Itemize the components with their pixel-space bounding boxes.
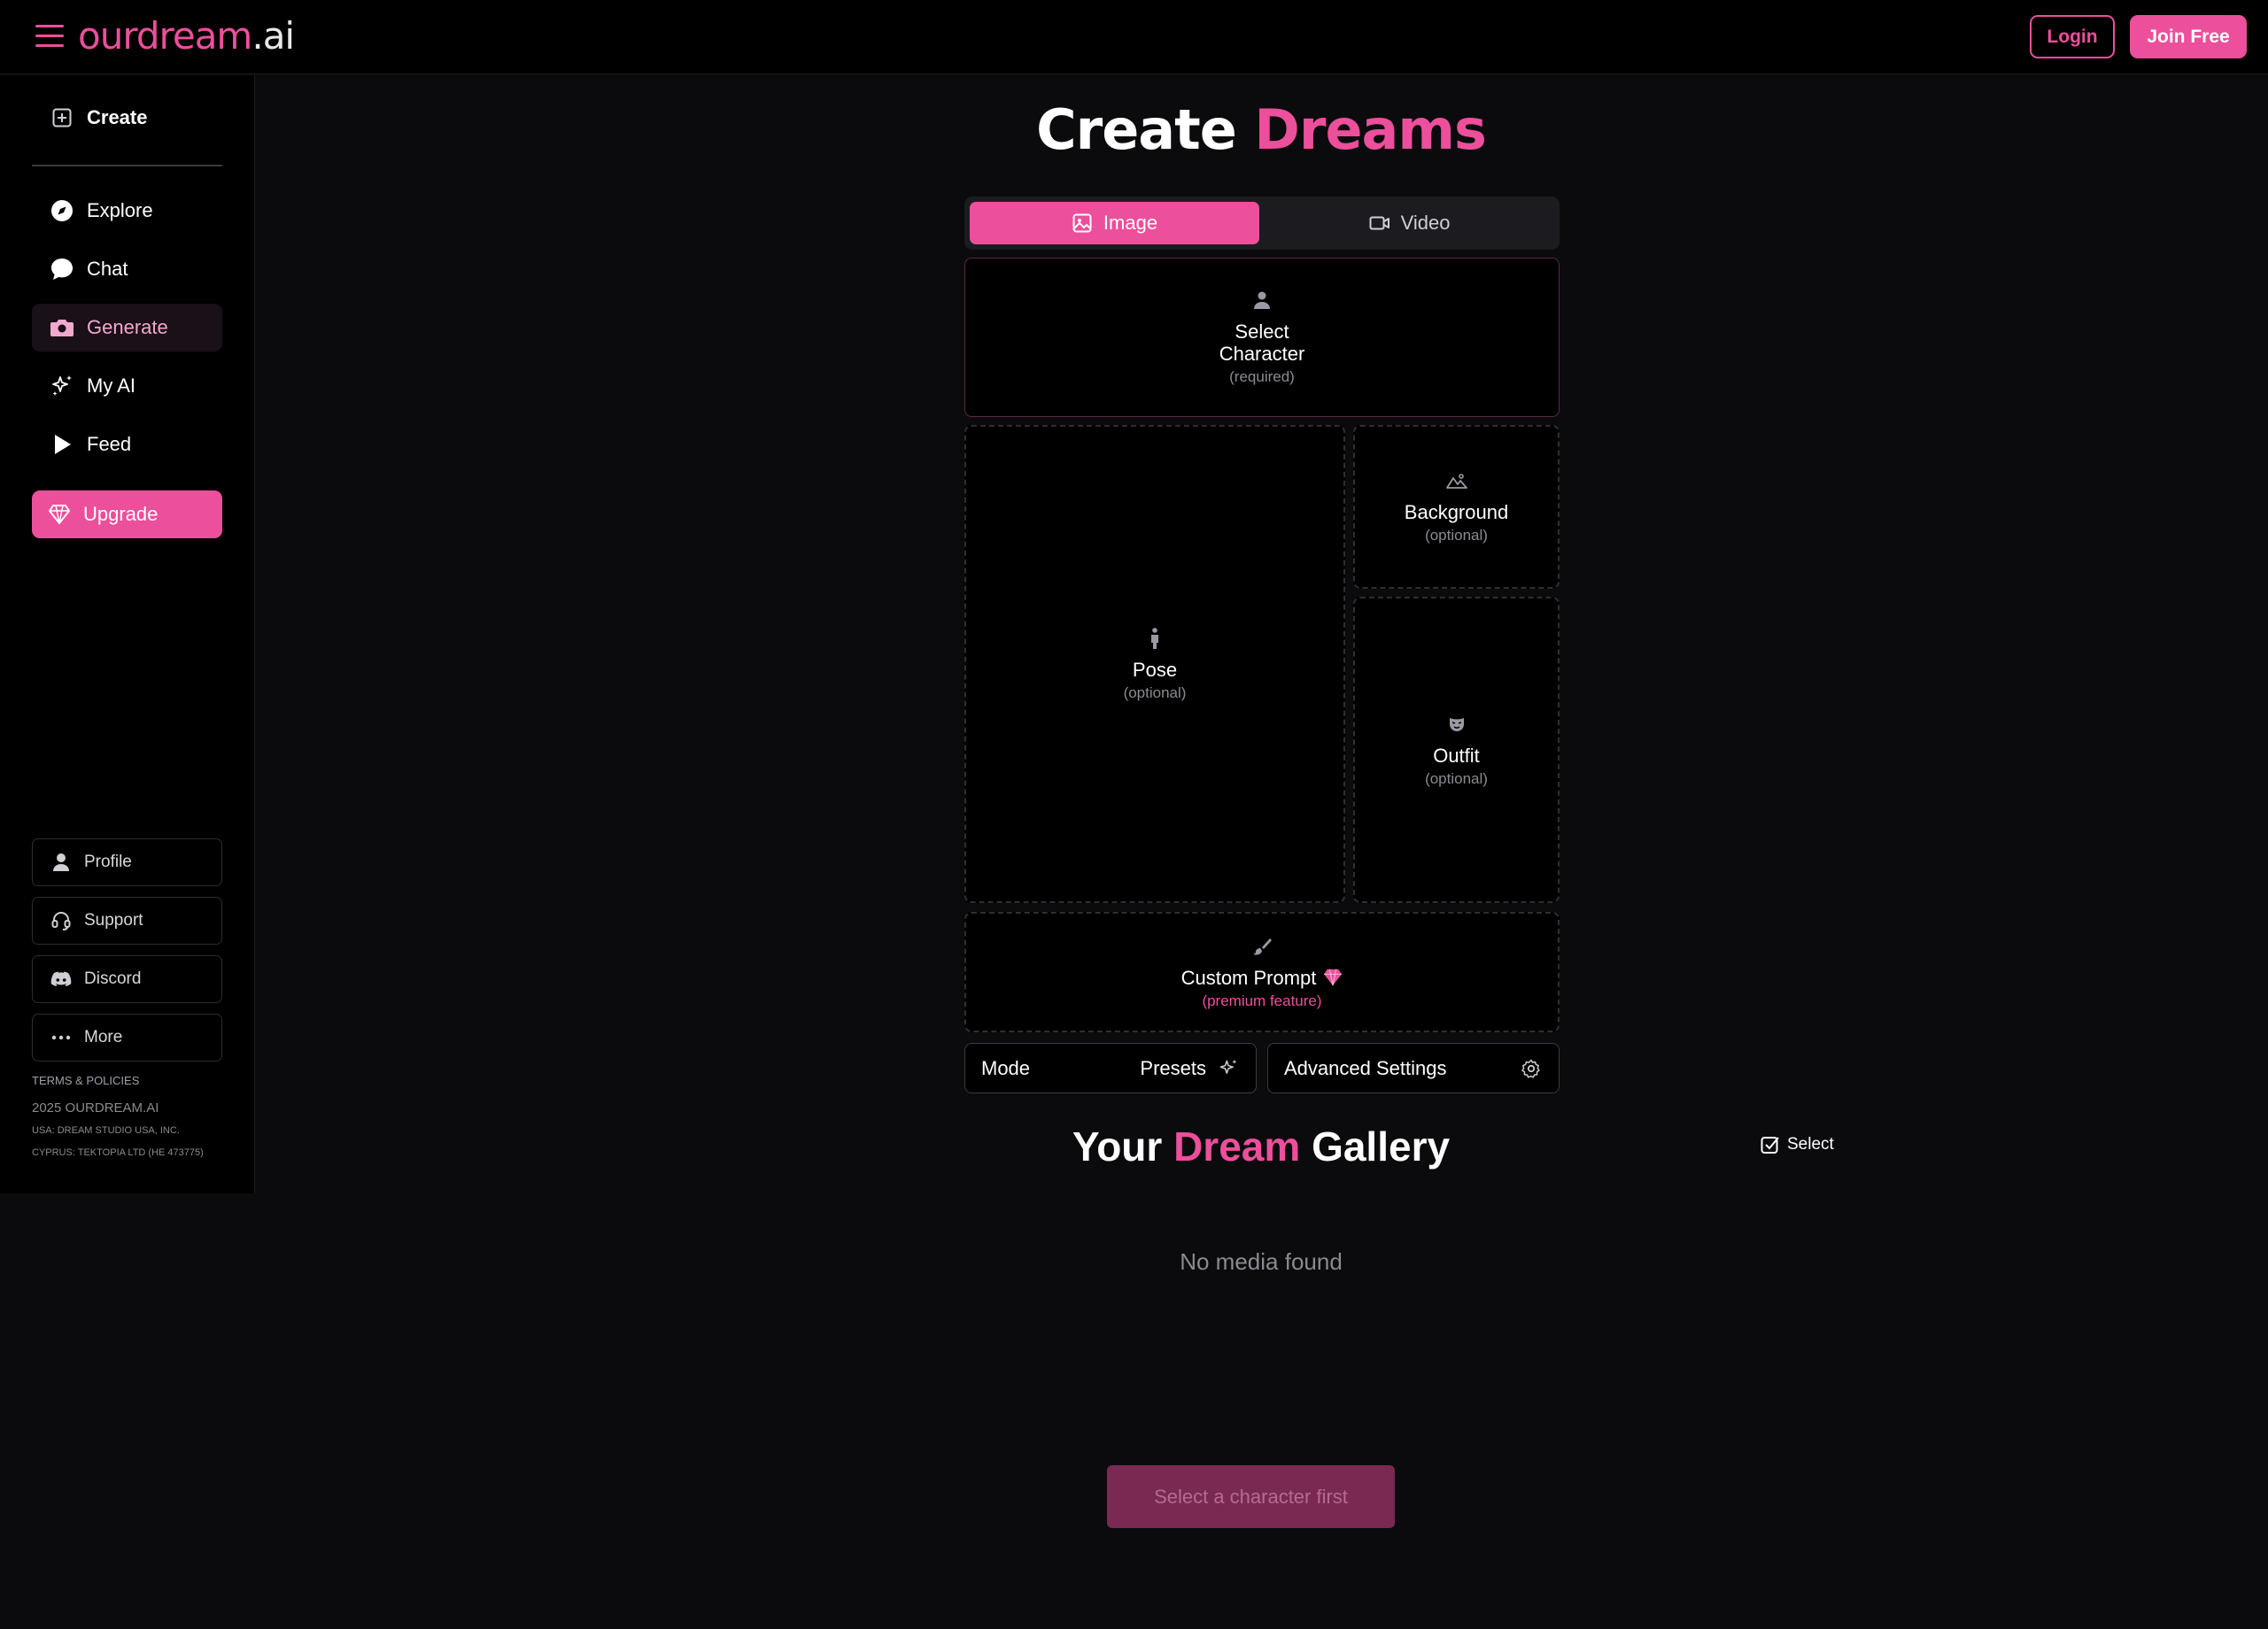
logo-tld: .ai [252, 14, 295, 58]
login-button[interactable]: Login [2030, 15, 2115, 58]
page-title-part2: Dreams [1254, 97, 1486, 162]
advanced-settings-label: Advanced Settings [1284, 1056, 1447, 1079]
top-bar: ourdream.ai Login Join Free [0, 0, 2268, 74]
more-button[interactable]: More [32, 1014, 222, 1062]
gallery-title-part3: Gallery [1312, 1123, 1451, 1170]
upgrade-button[interactable]: Upgrade [32, 490, 222, 538]
logo-brand: ourdream [78, 14, 252, 58]
gallery-title-part2: Dream [1173, 1123, 1301, 1170]
logo[interactable]: ourdream.ai [78, 12, 295, 60]
presets-label: Presets [1140, 1056, 1206, 1079]
terms-link[interactable]: TERMS & POLICIES [32, 1074, 139, 1087]
camera-icon [50, 315, 74, 340]
sidebar-item-feed[interactable]: Feed [32, 421, 222, 468]
user-icon [50, 852, 72, 873]
join-free-button[interactable]: Join Free [2130, 15, 2247, 58]
gallery-title: Your Dream Gallery [0, 1123, 2268, 1170]
headset-icon [50, 910, 72, 931]
sidebar-item-my-ai[interactable]: My AI [32, 362, 222, 410]
upgrade-label: Upgrade [83, 503, 159, 525]
checkbox-icon [1761, 1135, 1780, 1154]
ellipsis-icon [50, 1027, 72, 1048]
tab-label: Image [1103, 212, 1158, 234]
mask-icon [1445, 713, 1468, 736]
profile-button[interactable]: Profile [32, 838, 222, 886]
tab-image[interactable]: Image [970, 202, 1259, 244]
presets-group: Presets [1140, 1057, 1240, 1080]
standing-figure-icon [1143, 627, 1166, 650]
sidebar-item-chat[interactable]: Chat [32, 245, 222, 293]
outfit-title: Outfit [1433, 744, 1480, 767]
prompt-title: Custom Prompt [1180, 966, 1317, 989]
page-title-part1: Create [1036, 97, 1237, 162]
select-label: Select [1787, 1135, 1834, 1154]
video-camera-icon [1369, 212, 1390, 234]
character-title-line1: Select [1235, 320, 1289, 343]
support-button[interactable]: Support [32, 897, 222, 945]
chat-bubble-icon [50, 257, 74, 282]
discord-label: Discord [84, 969, 142, 988]
profile-label: Profile [84, 853, 132, 871]
pose-optional-text: (optional) [1123, 683, 1187, 701]
page-title: Create Dreams [0, 97, 2268, 162]
sidebar-divider [32, 165, 222, 166]
background-slot[interactable]: Background (optional) [1353, 425, 1560, 589]
gallery-title-part1: Your [1072, 1123, 1163, 1170]
mode-label: Mode [981, 1056, 1031, 1079]
outfit-slot[interactable]: Outfit (optional) [1353, 597, 1560, 903]
sidebar-item-label: Generate [87, 316, 168, 338]
sidebar-item-label: My AI [87, 374, 136, 397]
sidebar-item-label: Chat [87, 258, 128, 280]
support-label: Support [84, 911, 143, 930]
character-title-line2: Character [1219, 343, 1305, 365]
background-title: Background [1404, 501, 1509, 523]
sparkles-icon [50, 374, 74, 398]
custom-prompt-slot[interactable]: Custom Prompt (premium feature) [964, 912, 1560, 1032]
media-type-tabs: Image Video [964, 197, 1560, 250]
select-character-slot[interactable]: Select Character (required) [964, 258, 1560, 417]
sidebar-item-generate[interactable]: Generate [32, 304, 222, 351]
sidebar-item-label: Explore [87, 199, 153, 221]
outfit-optional-text: (optional) [1425, 769, 1488, 787]
sidebar-item-explore[interactable]: Explore [32, 187, 222, 235]
advanced-icon-wrap [1509, 1057, 1543, 1080]
mode-presets-button[interactable]: Mode Presets [964, 1043, 1257, 1093]
gear-icon [1520, 1057, 1543, 1080]
mountain-icon [1445, 469, 1468, 492]
background-optional-text: (optional) [1425, 527, 1488, 544]
advanced-settings-button[interactable]: Advanced Settings [1267, 1043, 1560, 1093]
diamond-icon [1323, 969, 1343, 986]
image-icon [1072, 212, 1093, 234]
diamond-icon [48, 503, 71, 526]
sidebar-panel: Create Explore Chat Generate My AI Feed [0, 75, 255, 1193]
more-label: More [84, 1028, 123, 1046]
tab-label: Video [1400, 212, 1451, 234]
copyright-text: 2025 OURDREAM.AI [32, 1100, 159, 1116]
compass-icon [50, 198, 74, 223]
gallery-select-button[interactable]: Select [1761, 1135, 1834, 1154]
hamburger-menu-icon[interactable] [35, 25, 64, 50]
sparkles-icon [1217, 1057, 1240, 1080]
pose-slot[interactable]: Pose (optional) [964, 425, 1345, 903]
pose-title: Pose [1132, 658, 1178, 681]
empty-state-text: No media found [1180, 1248, 1343, 1275]
sidebar-item-label: Feed [87, 433, 132, 455]
user-icon [1250, 289, 1273, 312]
prompt-premium-text: (premium feature) [1202, 992, 1322, 1009]
character-title: Select Character [1219, 320, 1305, 365]
play-icon [50, 432, 74, 457]
paintbrush-icon [1250, 935, 1273, 958]
discord-icon [50, 969, 72, 990]
generate-button[interactable]: Select a character first [1107, 1465, 1395, 1528]
character-required-text: (required) [1229, 368, 1295, 385]
discord-button[interactable]: Discord [32, 955, 222, 1003]
tab-video[interactable]: Video [1265, 202, 1554, 244]
prompt-title-row: Custom Prompt [1181, 967, 1343, 989]
